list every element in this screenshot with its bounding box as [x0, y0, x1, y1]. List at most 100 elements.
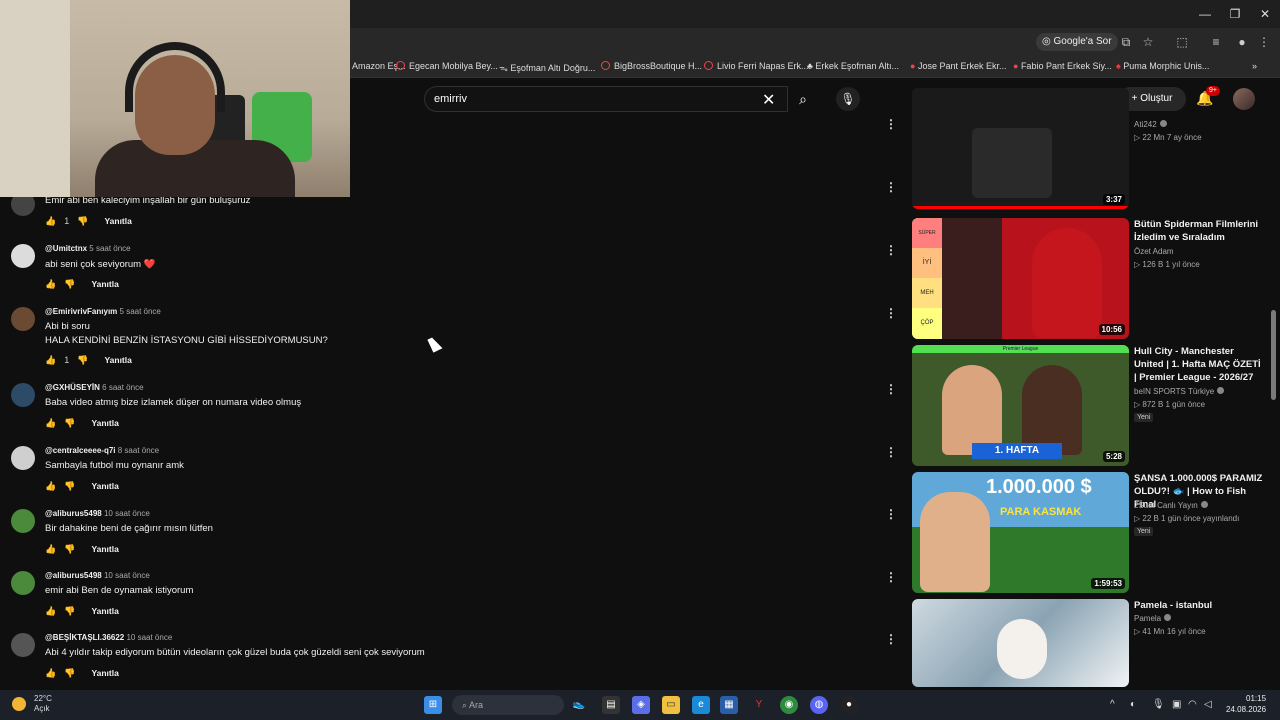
- dislike-icon[interactable]: 👎: [77, 355, 88, 366]
- video-title[interactable]: Hull City - Manchester United | 1. Hafta…: [1134, 345, 1264, 384]
- dislike-icon[interactable]: 👎: [64, 668, 75, 679]
- weather-icon[interactable]: [12, 697, 26, 711]
- dislike-icon[interactable]: 👎: [64, 418, 75, 429]
- obs-icon[interactable]: ●: [840, 696, 858, 714]
- like-icon[interactable]: 👍: [45, 279, 56, 290]
- menu-icon[interactable]: ⋮: [1256, 34, 1272, 50]
- like-icon[interactable]: 👍: [45, 481, 56, 492]
- volume-icon[interactable]: ◁: [1204, 699, 1212, 710]
- bookmark-item[interactable]: BigBrossBoutique H...: [601, 61, 702, 71]
- comment-author[interactable]: @GXHÜSEYİN: [45, 383, 100, 392]
- shoe-app-icon[interactable]: 👟: [570, 696, 588, 714]
- bookmark-item[interactable]: Egecan Mobilya Bey...: [396, 61, 498, 71]
- install-icon[interactable]: ⧉: [1118, 34, 1134, 50]
- video-channel[interactable]: Pamela: [1134, 614, 1172, 623]
- more-bookmarks-icon[interactable]: »: [1252, 61, 1257, 71]
- comment-author[interactable]: @Umitctnx: [45, 244, 87, 253]
- tray-app-icon[interactable]: ▣: [1172, 699, 1181, 710]
- maximize-icon[interactable]: ❐: [1220, 4, 1250, 24]
- comment-author[interactable]: @centralceeee-q7i: [45, 446, 116, 455]
- reply-button[interactable]: Yanıtla: [91, 279, 118, 289]
- search-box[interactable]: [424, 86, 788, 112]
- video-thumbnail[interactable]: Premier League 1. HAFTA 5:28: [912, 345, 1129, 466]
- video-channel[interactable]: 2Suat Canlı Yayın: [1134, 501, 1208, 510]
- reply-button[interactable]: Yanıtla: [91, 668, 118, 678]
- discord-icon[interactable]: ◍: [810, 696, 828, 714]
- more-options-icon[interactable]: ⋮: [885, 632, 897, 646]
- weather-widget[interactable]: 22°C Açık: [34, 694, 52, 714]
- dislike-icon[interactable]: 👎: [64, 279, 75, 290]
- system-clock[interactable]: 01:15 24.08.2026: [1226, 693, 1266, 715]
- comment-author[interactable]: @aliburus5498: [45, 571, 102, 580]
- comment-author[interactable]: @aliburus5498: [45, 509, 102, 518]
- bookmark-item[interactable]: ● Jose Pant Erkek Ekr...: [910, 61, 1006, 71]
- video-channel[interactable]: beIN SPORTS Türkiye: [1134, 387, 1225, 396]
- reply-button[interactable]: Yanıtla: [104, 355, 131, 365]
- tray-chevron-icon[interactable]: ^: [1110, 699, 1115, 710]
- like-icon[interactable]: 👍: [45, 216, 56, 227]
- reading-list-icon[interactable]: ≡: [1208, 34, 1224, 50]
- edge-icon[interactable]: e: [692, 696, 710, 714]
- star-icon[interactable]: ☆: [1140, 34, 1156, 50]
- bookmark-item[interactable]: ♠ Puma Morphic Unis...: [1116, 61, 1209, 71]
- video-thumbnail[interactable]: 3:37: [912, 88, 1129, 209]
- close-window-icon[interactable]: ✕: [1250, 4, 1280, 24]
- reply-button[interactable]: Yanıtla: [104, 216, 131, 226]
- account-avatar[interactable]: [1233, 88, 1255, 110]
- avatar[interactable]: [11, 383, 35, 407]
- more-options-icon[interactable]: ⋮: [885, 445, 897, 459]
- like-icon[interactable]: 👍: [45, 355, 56, 366]
- reply-button[interactable]: Yanıtla: [91, 544, 118, 554]
- comment-author[interactable]: @BEŞİKTAŞLI.36622: [45, 633, 124, 642]
- avatar[interactable]: [11, 307, 35, 331]
- avatar[interactable]: [11, 244, 35, 268]
- tray-app-icon[interactable]: ◐: [1130, 699, 1136, 710]
- more-options-icon[interactable]: ⋮: [885, 117, 897, 131]
- minimize-icon[interactable]: —: [1190, 4, 1220, 24]
- tray-mic-icon[interactable]: 🎙: [1152, 699, 1165, 710]
- dislike-icon[interactable]: 👎: [64, 481, 75, 492]
- video-title[interactable]: Bütün Spiderman Filmlerini İzledim ve Sı…: [1134, 218, 1264, 244]
- dislike-icon[interactable]: 👎: [64, 544, 75, 555]
- yandex-icon[interactable]: Y: [750, 696, 768, 714]
- avatar[interactable]: [11, 509, 35, 533]
- scrollbar[interactable]: [1271, 310, 1276, 400]
- avatar[interactable]: [11, 633, 35, 657]
- like-icon[interactable]: 👍: [45, 418, 56, 429]
- file-explorer-icon[interactable]: ▭: [662, 696, 680, 714]
- more-options-icon[interactable]: ⋮: [885, 507, 897, 521]
- reply-button[interactable]: Yanıtla: [91, 481, 118, 491]
- bookmark-item[interactable]: ● Fabio Pant Erkek Siy...: [1013, 61, 1112, 71]
- search-input[interactable]: emirriv: [434, 93, 467, 105]
- clear-search-icon[interactable]: ✕: [762, 90, 775, 110]
- microphone-icon[interactable]: 🎙: [836, 87, 860, 111]
- copilot-icon[interactable]: ◈: [632, 696, 650, 714]
- reply-button[interactable]: Yanıtla: [91, 418, 118, 428]
- windows-start-icon[interactable]: ⊞: [424, 696, 442, 714]
- dislike-icon[interactable]: 👎: [77, 216, 88, 227]
- video-title[interactable]: Pamela - istanbul: [1134, 599, 1264, 612]
- like-icon[interactable]: 👍: [45, 668, 56, 679]
- video-channel[interactable]: Ati242: [1134, 120, 1167, 129]
- bookmark-item[interactable]: ♣ Erkek Eşofman Altı...: [807, 61, 899, 71]
- bookmark-item[interactable]: ᯓ Eşofman Altı Doğru...: [499, 61, 595, 74]
- task-view-icon[interactable]: ▤: [602, 696, 620, 714]
- like-icon[interactable]: 👍: [45, 544, 56, 555]
- taskbar-search[interactable]: ⌕ Ara: [452, 695, 564, 715]
- search-icon[interactable]: ⌕: [788, 86, 818, 112]
- wifi-icon[interactable]: ◠: [1188, 699, 1197, 710]
- video-thumbnail[interactable]: SÜPER İYİ MEH ÇÖP 10:56: [912, 218, 1129, 339]
- more-options-icon[interactable]: ⋮: [885, 243, 897, 257]
- chrome-icon[interactable]: ◉: [780, 696, 798, 714]
- video-thumbnail[interactable]: [912, 599, 1129, 687]
- profile-icon[interactable]: ●: [1234, 34, 1250, 50]
- store-icon[interactable]: ▦: [720, 696, 738, 714]
- more-options-icon[interactable]: ⋮: [885, 180, 897, 194]
- dislike-icon[interactable]: 👎: [64, 606, 75, 617]
- avatar[interactable]: [11, 571, 35, 595]
- more-options-icon[interactable]: ⋮: [885, 382, 897, 396]
- avatar[interactable]: [11, 446, 35, 470]
- more-options-icon[interactable]: ⋮: [885, 306, 897, 320]
- like-icon[interactable]: 👍: [45, 606, 56, 617]
- extensions-icon[interactable]: ⬚: [1174, 34, 1190, 50]
